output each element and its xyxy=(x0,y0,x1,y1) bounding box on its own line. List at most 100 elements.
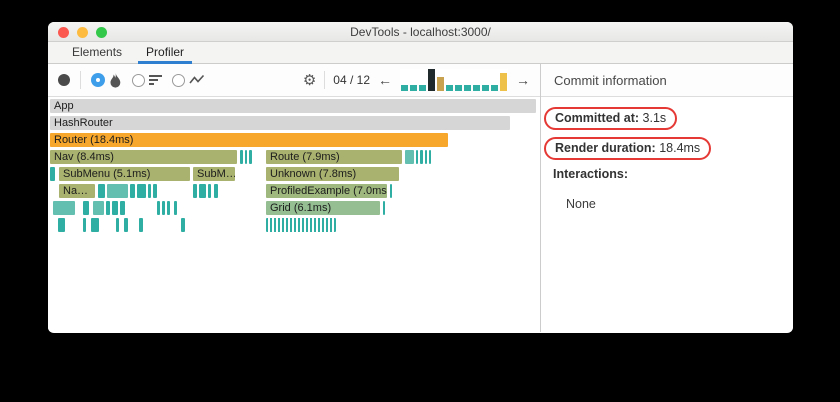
flame-bar[interactable] xyxy=(91,218,99,232)
tab-elements[interactable]: Elements xyxy=(60,42,134,63)
ranked-radio[interactable] xyxy=(132,73,145,87)
flame-bar[interactable] xyxy=(181,218,185,232)
commit-position: 04 / 12 xyxy=(333,73,370,87)
maximize-icon[interactable] xyxy=(96,26,107,38)
next-commit-button[interactable]: → xyxy=(516,72,530,88)
flame-bar-unknown-7-8ms[interactable]: Unknown (7.8ms) xyxy=(266,167,399,181)
interactions-view-option[interactable] xyxy=(172,73,205,87)
flame-bar[interactable] xyxy=(157,201,160,215)
interactions-value: None xyxy=(566,197,596,211)
window-title: DevTools - localhost:3000/ xyxy=(350,25,491,39)
flamegraph-radio[interactable] xyxy=(91,73,105,87)
flame-bar-app[interactable]: App xyxy=(50,99,536,113)
interactions-chart-icon xyxy=(189,74,205,84)
flame-row: Na… ProfiledExample (7.0ms) xyxy=(50,184,538,198)
commit-selector-chart[interactable] xyxy=(400,69,508,91)
flame-bar[interactable] xyxy=(240,150,243,164)
flame-bar[interactable] xyxy=(98,184,105,198)
flame-bar-subm[interactable]: SubM… xyxy=(193,167,235,181)
flame-bar[interactable] xyxy=(383,201,385,215)
flame-bar[interactable] xyxy=(425,150,427,164)
record-button[interactable] xyxy=(58,74,70,86)
flame-bar[interactable] xyxy=(208,184,211,198)
flame-bar[interactable] xyxy=(130,184,135,198)
flame-row: SubMenu (5.1ms) SubM… Unknown (7.8ms) xyxy=(50,167,538,181)
flame-bar[interactable] xyxy=(116,218,119,232)
flame-bar[interactable] xyxy=(58,218,65,232)
render-duration-value: 18.4ms xyxy=(659,141,701,155)
flame-bar[interactable] xyxy=(124,218,128,232)
flame-bar[interactable] xyxy=(167,201,170,215)
flame-bar[interactable] xyxy=(137,184,146,198)
commit-bar[interactable] xyxy=(428,69,435,91)
traffic-lights xyxy=(58,26,107,38)
flame-bar[interactable] xyxy=(214,184,218,198)
flame-bar-profiledexample-7-0ms[interactable]: ProfiledExample (7.0ms) xyxy=(266,184,387,198)
tab-profiler[interactable]: Profiler xyxy=(134,42,196,64)
commit-info-header: Commit information xyxy=(541,64,793,97)
flame-bar-nav-8-4ms[interactable]: Nav (8.4ms) xyxy=(50,150,237,164)
commit-bar[interactable] xyxy=(491,85,498,91)
flame-bar[interactable] xyxy=(420,150,423,164)
flame-bar[interactable] xyxy=(53,201,75,215)
profiler-pane: ⚙ 04 / 12 ← → App HashRouter Router (18.4m… xyxy=(48,64,541,332)
flame-bar-na[interactable]: Na… xyxy=(59,184,95,198)
commit-bar[interactable] xyxy=(464,85,471,91)
flame-row: Grid (6.1ms) xyxy=(50,201,538,215)
commit-bar[interactable] xyxy=(419,85,426,91)
commit-bar[interactable] xyxy=(401,85,408,91)
commit-bar[interactable] xyxy=(500,73,507,91)
gear-icon[interactable]: ⚙ xyxy=(303,73,316,88)
flame-row: HashRouter xyxy=(50,116,538,130)
flame-bar[interactable] xyxy=(153,184,157,198)
flame-bar[interactable] xyxy=(405,150,414,164)
ranked-chart-icon xyxy=(149,75,162,85)
flame-bar[interactable] xyxy=(148,184,151,198)
flame-bar[interactable] xyxy=(390,184,392,198)
flame-bar[interactable] xyxy=(199,184,206,198)
flamegraph-view-option[interactable] xyxy=(91,72,122,88)
flame-bar[interactable] xyxy=(107,184,128,198)
flame-bar-submenu-5-1ms[interactable]: SubMenu (5.1ms) xyxy=(59,167,190,181)
close-icon[interactable] xyxy=(58,26,69,38)
flame-bar[interactable] xyxy=(245,150,247,164)
flame-bar-route-7-9ms[interactable]: Route (7.9ms) xyxy=(266,150,402,164)
flame-bar[interactable] xyxy=(83,218,86,232)
flame-bar[interactable] xyxy=(93,201,104,215)
flame-bar[interactable] xyxy=(416,150,418,164)
flame-bar[interactable] xyxy=(266,218,336,232)
toolbar-divider xyxy=(324,71,326,89)
ranked-view-option[interactable] xyxy=(132,73,162,87)
flame-bar[interactable] xyxy=(429,150,431,164)
flame-bar[interactable] xyxy=(50,167,55,181)
profiler-toolbar: ⚙ 04 / 12 ← → xyxy=(48,64,540,97)
flame-bar-router-18-4ms[interactable]: Router (18.4ms) xyxy=(50,133,448,147)
commit-bar[interactable] xyxy=(473,85,480,91)
flame-bar-hashrouter[interactable]: HashRouter xyxy=(50,116,510,130)
minimize-icon[interactable] xyxy=(77,26,88,38)
flame-row xyxy=(50,218,538,232)
flame-bar[interactable] xyxy=(174,201,177,215)
flame-row: Router (18.4ms) xyxy=(50,133,538,147)
flame-bar-grid-6-1ms[interactable]: Grid (6.1ms) xyxy=(266,201,380,215)
flame-bar[interactable] xyxy=(139,218,143,232)
interactions-radio[interactable] xyxy=(172,73,185,87)
commit-bar[interactable] xyxy=(482,85,489,91)
flame-bar[interactable] xyxy=(162,201,165,215)
flame-bar[interactable] xyxy=(249,150,252,164)
previous-commit-button[interactable]: ← xyxy=(378,72,392,88)
flame-bar[interactable] xyxy=(83,201,89,215)
flame-bar[interactable] xyxy=(112,201,118,215)
commit-bar[interactable] xyxy=(446,85,453,91)
flame-bar[interactable] xyxy=(120,201,125,215)
commit-bar[interactable] xyxy=(410,85,417,91)
flame-bar[interactable] xyxy=(193,184,197,198)
title-bar: DevTools - localhost:3000/ xyxy=(48,22,793,42)
flamegraph[interactable]: App HashRouter Router (18.4ms) Nav (8.4ms) R… xyxy=(48,97,540,332)
flame-bar[interactable] xyxy=(106,201,110,215)
commit-bar[interactable] xyxy=(455,85,462,91)
commit-bar[interactable] xyxy=(437,77,444,91)
render-duration-annotation: Render duration: 18.4ms xyxy=(544,137,712,160)
interactions-label: Interactions: xyxy=(553,167,629,181)
toolbar-divider xyxy=(80,71,81,89)
